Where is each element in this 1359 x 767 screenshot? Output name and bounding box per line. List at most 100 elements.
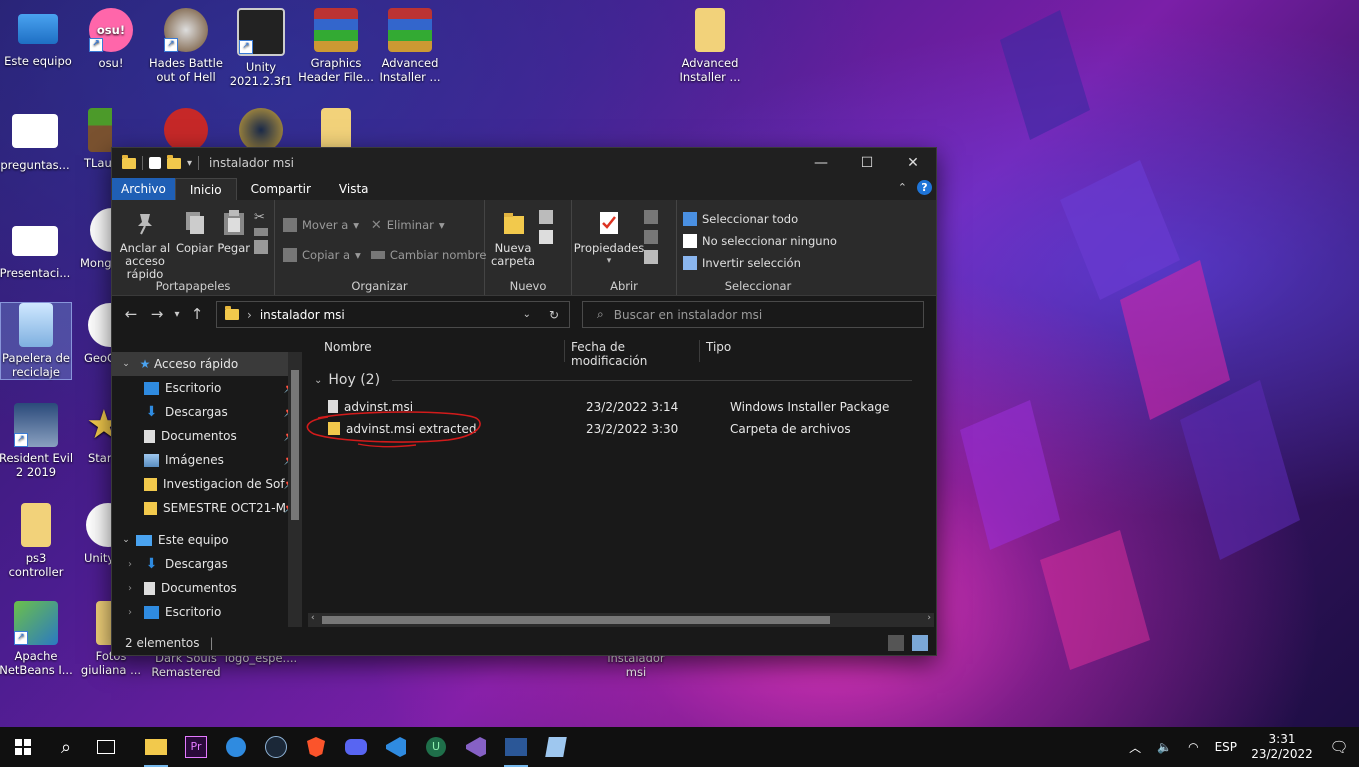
- notifications-icon[interactable]: 🗨: [1319, 738, 1359, 756]
- new-item-icon[interactable]: [539, 210, 553, 224]
- delete-button[interactable]: ✕ Eliminar ▾: [371, 216, 487, 234]
- nav-scrollbar[interactable]: [288, 352, 302, 627]
- desktop-icon-presentacion[interactable]: Presentaci...: [0, 218, 73, 280]
- language-indicator[interactable]: ESP: [1215, 740, 1237, 754]
- taskbar-brave[interactable]: [296, 727, 336, 767]
- nav-este-equipo[interactable]: ⌄ Este equipo: [112, 528, 302, 552]
- properties-quick-icon[interactable]: [149, 157, 161, 169]
- desktop-icon-osu[interactable]: osu! ↗ osu!: [73, 8, 149, 70]
- address-dropdown-icon[interactable]: ⌄: [523, 309, 531, 320]
- nav-quick-access[interactable]: ⌄ ★ Acceso rápido: [112, 352, 302, 376]
- nav-pc-escritorio[interactable]: › Escritorio: [112, 600, 302, 624]
- group-header-today[interactable]: ⌄ Hoy (2): [314, 372, 912, 388]
- tab-vista[interactable]: Vista: [325, 178, 383, 200]
- tab-compartir[interactable]: Compartir: [237, 178, 325, 200]
- taskbar-vscode[interactable]: [376, 727, 416, 767]
- horizontal-scrollbar[interactable]: ‹ ›: [308, 613, 934, 627]
- taskbar-file-explorer[interactable]: [136, 727, 176, 767]
- help-icon[interactable]: ?: [917, 180, 932, 195]
- taskbar-premiere[interactable]: Pr: [176, 727, 216, 767]
- volume-icon[interactable]: 🔈: [1157, 740, 1172, 754]
- column-name[interactable]: Nombre: [308, 340, 564, 362]
- chevron-right-icon[interactable]: ›: [128, 607, 144, 618]
- chevron-right-icon[interactable]: ›: [128, 583, 144, 594]
- desktop-icon-league[interactable]: [223, 108, 299, 148]
- taskbar-notepad[interactable]: [536, 727, 576, 767]
- desktop-icon-devcpp[interactable]: [148, 108, 224, 148]
- nav-escritorio[interactable]: Escritorio📌: [112, 376, 302, 400]
- edit-icon[interactable]: [644, 230, 658, 244]
- desktop-icon-este-equipo[interactable]: Este equipo: [0, 8, 76, 68]
- address-input[interactable]: › instalador msi ⌄ ↻: [216, 301, 570, 328]
- move-to-button[interactable]: Mover a ▾: [283, 216, 361, 234]
- chevron-down-icon[interactable]: ⌄: [112, 359, 136, 369]
- desktop-icon-star[interactable]: ★ Starl: [72, 403, 112, 465]
- select-all-button[interactable]: Seleccionar todo: [683, 210, 837, 228]
- paste-shortcut-icon[interactable]: [254, 240, 268, 254]
- large-icons-view-icon[interactable]: [912, 635, 928, 651]
- back-button[interactable]: ←: [118, 305, 144, 323]
- nav-imagenes[interactable]: Imágenes📌: [112, 448, 302, 472]
- search-input[interactable]: ⌕ Buscar en instalador msi: [582, 301, 924, 328]
- search-button[interactable]: ⌕: [46, 727, 86, 767]
- up-button[interactable]: ↑: [184, 305, 210, 323]
- nav-investigacion[interactable]: Investigacion de Sof📌: [112, 472, 302, 496]
- history-icon[interactable]: [644, 250, 658, 264]
- nav-descargas[interactable]: ⬇ Descargas📌: [112, 400, 302, 424]
- forward-button[interactable]: →: [144, 305, 170, 323]
- clock[interactable]: 3:31 23/2/2022: [1245, 732, 1319, 762]
- taskbar-word[interactable]: [496, 727, 536, 767]
- chevron-right-icon[interactable]: ›: [128, 559, 144, 570]
- taskbar-steam[interactable]: [256, 727, 296, 767]
- new-folder-quick-icon[interactable]: [167, 154, 181, 169]
- desktop-icon-unity[interactable]: ↗ Unity 2021.2.3f1: [223, 8, 299, 88]
- copy-path-icon[interactable]: [254, 228, 268, 236]
- tab-inicio[interactable]: Inicio: [174, 178, 237, 200]
- cut-icon[interactable]: ✂: [254, 210, 268, 225]
- invert-selection-button[interactable]: Invertir selección: [683, 254, 837, 272]
- chevron-down-icon[interactable]: ⌄: [112, 535, 136, 545]
- tab-archivo[interactable]: Archivo: [112, 178, 175, 200]
- customize-quick-access-icon[interactable]: ▾: [187, 158, 192, 169]
- desktop-icon-resident-evil[interactable]: ↗ Resident Evil 2 2019: [0, 403, 74, 479]
- start-button[interactable]: [0, 727, 46, 767]
- task-view-button[interactable]: [86, 727, 126, 767]
- desktop-icon-folder-partial[interactable]: [298, 108, 374, 148]
- nav-pc-descargas[interactable]: › ⬇ Descargas: [112, 552, 302, 576]
- desktop-icon-advanced-installer-folder[interactable]: Advanced Installer ...: [672, 8, 748, 84]
- desktop-icon-mongo[interactable]: Mong: [72, 208, 112, 270]
- maximize-button[interactable]: ☐: [844, 148, 890, 178]
- properties-dropdown-icon[interactable]: ▾: [607, 255, 612, 268]
- refresh-icon[interactable]: ↻: [549, 308, 559, 322]
- copy-to-button[interactable]: Copiar a ▾: [283, 246, 361, 264]
- column-type[interactable]: Tipo: [699, 340, 886, 362]
- desktop-icon-advanced-installer-rar[interactable]: Advanced Installer ...: [372, 8, 448, 84]
- desktop-icon-tlauncher[interactable]: TLaun: [72, 108, 112, 170]
- nav-pc-documentos[interactable]: › Documentos: [112, 576, 302, 600]
- desktop-icon-papelera[interactable]: Papelera de reciclaje: [0, 302, 72, 380]
- desktop-icon-ps3[interactable]: ps3 controller: [0, 503, 74, 579]
- scroll-right-icon[interactable]: ›: [927, 613, 931, 623]
- details-view-icon[interactable]: [888, 635, 904, 651]
- chevron-up-icon[interactable]: ︿: [1129, 739, 1141, 756]
- minimize-button[interactable]: —: [798, 148, 844, 178]
- desktop-icon-geogebra[interactable]: GeoG: [72, 303, 112, 365]
- desktop-icon-unity-hub[interactable]: Unity: [72, 503, 112, 565]
- easy-access-icon[interactable]: [539, 230, 553, 244]
- open-icon[interactable]: [644, 210, 658, 224]
- recent-locations-icon[interactable]: ▾: [170, 309, 184, 320]
- desktop-icon-preguntas[interactable]: preguntas...: [0, 108, 73, 172]
- nav-semestre[interactable]: SEMESTRE OCT21-M📌: [112, 496, 302, 520]
- collapse-ribbon-icon[interactable]: ⌃: [898, 181, 907, 194]
- taskbar-visual-studio[interactable]: [456, 727, 496, 767]
- scroll-left-icon[interactable]: ‹: [311, 613, 315, 623]
- desktop-icon-graphics-header[interactable]: Graphics Header File...: [298, 8, 374, 84]
- select-none-button[interactable]: No seleccionar ninguno: [683, 232, 837, 250]
- taskbar-bluetooth[interactable]: [216, 727, 256, 767]
- rename-button[interactable]: Cambiar nombre: [370, 246, 486, 264]
- close-button[interactable]: ✕: [890, 148, 936, 178]
- taskbar-upwork[interactable]: U: [416, 727, 456, 767]
- scrollbar-thumb[interactable]: [322, 616, 830, 624]
- nav-documentos[interactable]: Documentos📌: [112, 424, 302, 448]
- taskbar-discord[interactable]: [336, 727, 376, 767]
